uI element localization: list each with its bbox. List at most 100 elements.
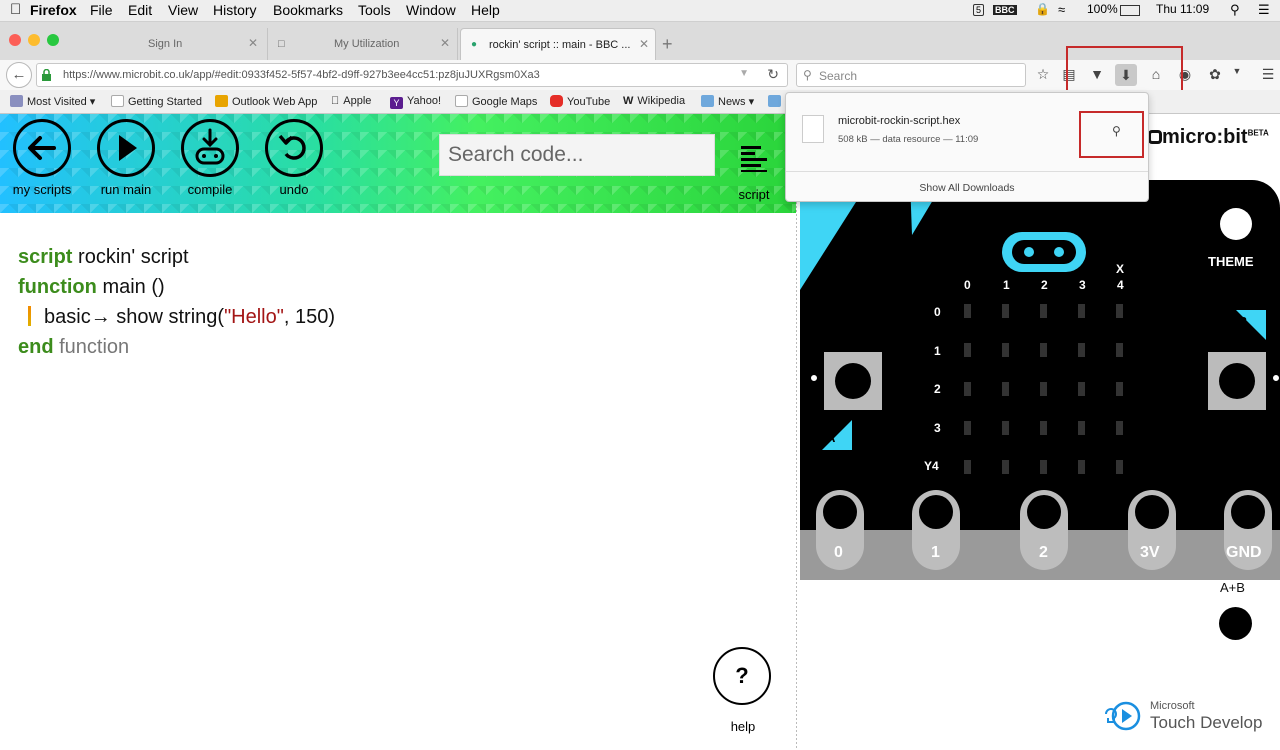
url-dropdown-icon[interactable]: ▼ <box>739 68 749 79</box>
bookmark-folder[interactable] <box>768 95 785 108</box>
bookmark-apple[interactable]: Apple <box>331 95 371 107</box>
row-label: 2 <box>934 382 941 396</box>
url-text[interactable]: https://www.microbit.co.uk/app/#edit:093… <box>63 69 540 81</box>
touchdevelop-label: Touch Develop <box>1150 713 1263 732</box>
pane-divider[interactable] <box>796 114 797 750</box>
pin-0-label[interactable]: 0 <box>834 544 843 562</box>
led-cell <box>964 382 971 396</box>
menu-bookmarks[interactable]: Bookmarks <box>273 2 343 18</box>
led-cell <box>1040 304 1047 318</box>
tab-sign-in[interactable]: Sign In ✕ <box>70 28 268 60</box>
menu-window[interactable]: Window <box>406 2 456 18</box>
undo-button[interactable]: undo <box>262 119 326 197</box>
compile-download-icon <box>181 119 239 177</box>
menu-edit[interactable]: Edit <box>128 2 152 18</box>
bookmark-google-maps[interactable]: Google Maps <box>455 95 537 108</box>
menu-tools[interactable]: Tools <box>358 2 391 18</box>
close-window-icon[interactable] <box>9 34 21 46</box>
extension-icon[interactable]: ✿ <box>1206 66 1224 83</box>
bookmark-most-visited[interactable]: Most Visited ▾ <box>10 95 95 108</box>
download-filename[interactable]: microbit-rockin-script.hex <box>838 115 960 127</box>
button-b-dot <box>1272 374 1280 382</box>
bookmark-star-icon[interactable]: ☆ <box>1034 66 1052 83</box>
clock[interactable]: Thu 11:09 <box>1156 2 1209 16</box>
led-cell <box>1116 304 1123 318</box>
theme-button[interactable] <box>1220 208 1252 240</box>
menu-file[interactable]: File <box>90 2 113 18</box>
pin-2-label[interactable]: 2 <box>1039 544 1048 562</box>
tab-my-utilization[interactable]: □ My Utilization ✕ <box>268 28 458 60</box>
my-scripts-button[interactable]: my scripts <box>10 119 74 197</box>
back-arrow-icon <box>13 119 71 177</box>
menu-view[interactable]: View <box>168 2 198 18</box>
tab-rockin-script[interactable]: ● rockin' script :: main - BBC ... ✕ <box>460 28 656 60</box>
spotlight-search-icon[interactable]: ⚲ <box>1230 2 1240 18</box>
run-main-button[interactable]: run main <box>94 119 158 197</box>
script-button[interactable]: script <box>732 144 776 202</box>
menu-history[interactable]: History <box>213 2 257 18</box>
pin-gnd-label[interactable]: GND <box>1226 544 1262 562</box>
most-visited-icon <box>10 95 23 107</box>
bookmark-wikipedia[interactable]: W Wikipedia <box>623 95 685 107</box>
code-line-end[interactable]: end function <box>18 332 335 362</box>
bookmark-getting-started[interactable]: Getting Started <box>111 95 202 108</box>
notification-center-icon[interactable]: ☰ <box>1258 2 1270 18</box>
zoom-window-icon[interactable] <box>47 34 59 46</box>
col-label: 2 <box>1041 278 1048 292</box>
bookmark-youtube[interactable]: YouTube <box>550 95 610 108</box>
show-all-downloads-button[interactable]: Show All Downloads <box>786 182 1148 194</box>
undo-label: undo <box>279 182 309 197</box>
bookmark-outlook[interactable]: Outlook Web App <box>215 95 317 108</box>
apple-menu-icon[interactable]:  <box>10 1 21 18</box>
page-icon <box>455 95 468 107</box>
help-button[interactable]: ? help <box>713 647 773 734</box>
close-tab-icon[interactable]: ✕ <box>248 36 258 50</box>
col-label: 1 <box>1003 278 1010 292</box>
keyword-end: end <box>18 336 54 358</box>
code-line-function[interactable]: function main () <box>18 272 335 302</box>
lock-status-icon[interactable]: 🔒 <box>1035 2 1050 16</box>
function-name: main () <box>102 276 165 298</box>
shield-status-icon[interactable]: 5 <box>973 4 985 16</box>
menu-help[interactable]: Help <box>471 2 500 18</box>
button-a[interactable] <box>824 352 882 410</box>
browser-search-input[interactable]: ⚲ Search <box>796 63 1026 87</box>
url-bar[interactable]: https://www.microbit.co.uk/app/#edit:093… <box>36 63 788 87</box>
compile-button[interactable]: compile <box>178 119 242 197</box>
bbc-status-icon[interactable]: BBC <box>993 5 1017 15</box>
back-button[interactable]: ← <box>6 62 32 88</box>
col-label: 3 <box>1079 278 1086 292</box>
led-cell <box>1002 421 1009 435</box>
close-tab-icon[interactable]: ✕ <box>440 36 450 50</box>
new-tab-icon[interactable]: + <box>662 34 673 55</box>
button-ab[interactable] <box>1219 607 1252 640</box>
button-b[interactable] <box>1208 352 1266 410</box>
battery-percent: 100% <box>1087 2 1118 16</box>
microsoft-label: Microsoft <box>1150 700 1195 712</box>
bookmark-news[interactable]: News ▾ <box>701 95 754 108</box>
pin-1-label[interactable]: 1 <box>931 544 940 562</box>
code-editor[interactable]: script rockin' script function main () b… <box>18 242 335 362</box>
battery-icon[interactable] <box>1120 5 1140 16</box>
keyword-script: script <box>18 246 73 268</box>
folder-icon <box>768 95 781 107</box>
reload-icon[interactable]: ↻ <box>767 66 779 83</box>
search-code-input[interactable]: Search code... <box>439 134 715 176</box>
play-icon <box>97 119 155 177</box>
page-icon <box>111 95 124 107</box>
code-line-script[interactable]: script rockin' script <box>18 242 335 272</box>
led-cell <box>964 421 971 435</box>
close-tab-icon[interactable]: ✕ <box>639 37 649 51</box>
code-line-statement[interactable]: basic→ show string("Hello", 150) <box>18 302 335 332</box>
lock-icon <box>42 69 51 81</box>
wifi-icon[interactable]: ≈ <box>1058 2 1065 17</box>
statement-args: , 150) <box>283 306 335 328</box>
x-axis-label: X <box>1116 262 1125 276</box>
menu-app-firefox[interactable]: Firefox <box>30 2 77 18</box>
hamburger-menu-icon[interactable]: ☰ <box>1259 66 1277 83</box>
pin-3v-label[interactable]: 3V <box>1140 544 1160 562</box>
extension-dropdown-icon[interactable]: ▼ <box>1228 66 1246 76</box>
minimize-window-icon[interactable] <box>28 34 40 46</box>
bookmark-yahoo[interactable]: Y Yahoo! <box>390 95 441 109</box>
help-label: help <box>730 719 756 734</box>
